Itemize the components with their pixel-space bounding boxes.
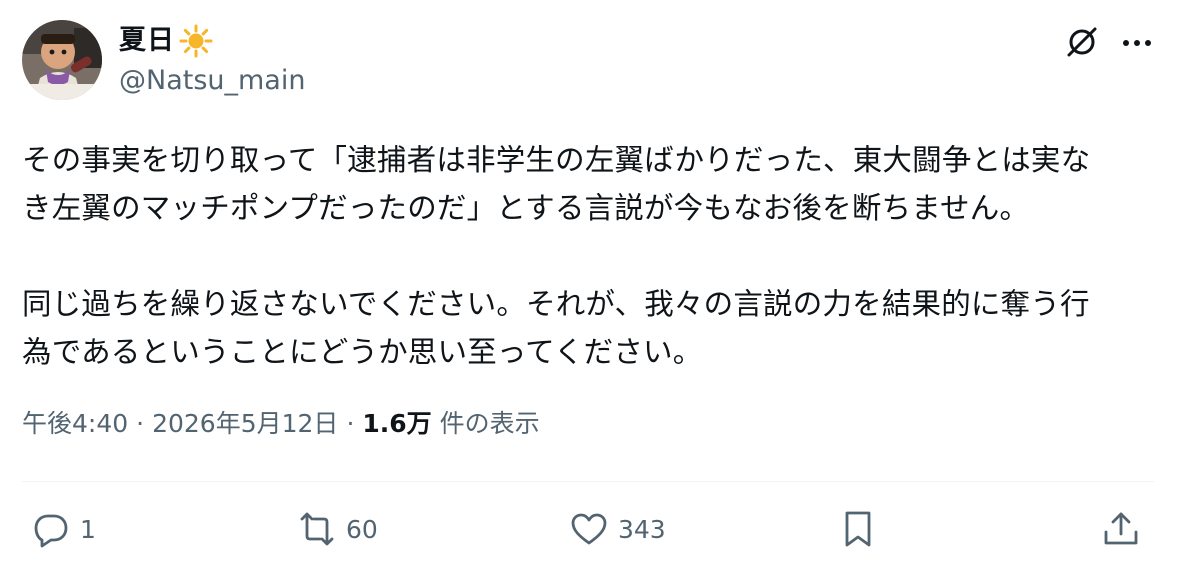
- retweet-button[interactable]: 60: [298, 508, 378, 550]
- tweet-text: その事実を切り取って「逮捕者は非学生の左翼ばかりだった、東大闘争とは実な き左翼…: [22, 136, 1172, 376]
- like-count: 343: [618, 514, 666, 544]
- sun-icon: [179, 24, 213, 58]
- share-icon: [1104, 512, 1138, 545]
- avatar[interactable]: [22, 20, 102, 100]
- tweet-meta: 午後4:40 · 2026年5月12日 · 1.6万 件の表示: [22, 404, 540, 444]
- bookmark-icon: [845, 511, 871, 547]
- views-label: 件の表示: [439, 409, 540, 438]
- reply-icon: [34, 514, 68, 548]
- meta-separator: ·: [136, 409, 145, 438]
- tweet-time[interactable]: 午後4:40: [22, 409, 128, 438]
- heart-icon: [571, 513, 607, 545]
- more-icon[interactable]: [1117, 24, 1157, 60]
- tweet-date[interactable]: 2026年5月12日: [152, 409, 338, 438]
- meta-separator: ·: [346, 409, 355, 438]
- reply-count: 1: [80, 514, 96, 544]
- tweet-paragraph-2: 同じ過ちを繰り返さないでください。それが、我々の言説の力を結果的に奪う行 為であ…: [22, 287, 1090, 369]
- grok-icon[interactable]: [1064, 24, 1100, 60]
- tweet-paragraph-1: その事実を切り取って「逮捕者は非学生の左翼ばかりだった、東大闘争とは実な き左翼…: [22, 143, 1091, 225]
- like-button[interactable]: 343: [570, 508, 666, 550]
- share-button[interactable]: [1102, 508, 1140, 550]
- divider: [22, 481, 1154, 482]
- author-handle[interactable]: @Natsu_main: [119, 64, 305, 98]
- reply-button[interactable]: 1: [32, 508, 96, 550]
- avatar-image: [22, 20, 102, 100]
- retweet-count: 60: [346, 514, 378, 544]
- retweet-icon: [300, 512, 334, 546]
- author-name-row[interactable]: 夏日: [119, 24, 213, 58]
- views-count: 1.6万: [362, 409, 432, 438]
- bookmark-button[interactable]: [839, 508, 877, 550]
- display-name[interactable]: 夏日: [119, 24, 175, 58]
